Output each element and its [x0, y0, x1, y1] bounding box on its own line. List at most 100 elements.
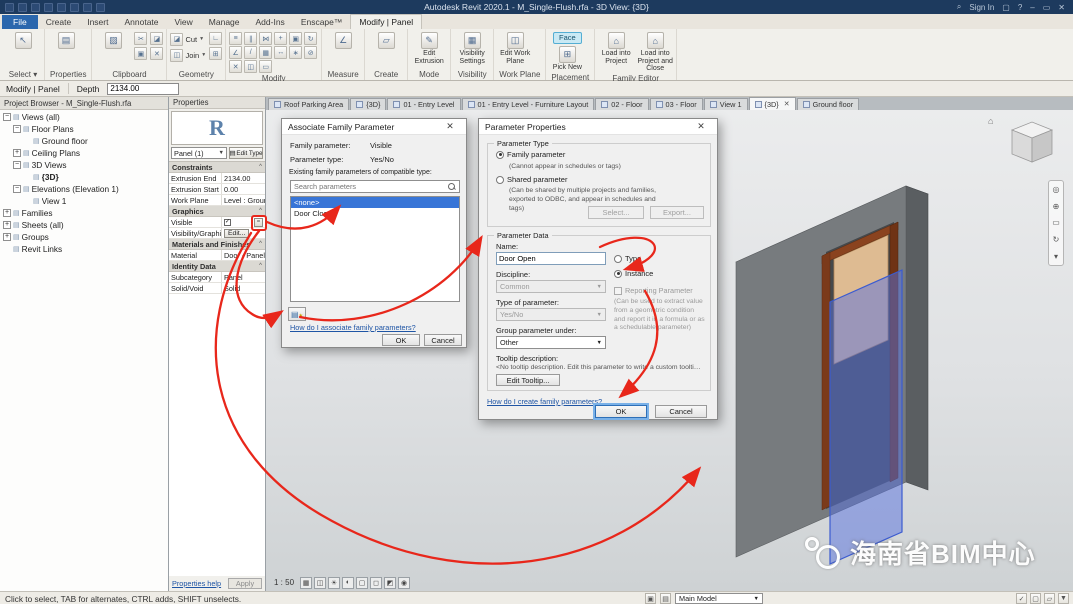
move-icon[interactable]: + — [274, 32, 287, 45]
panel-label-visibility[interactable]: Visibility — [454, 69, 490, 80]
visible-checkbox[interactable]: ✓ — [224, 219, 231, 226]
steering-wheel-icon[interactable]: ◎ — [1053, 185, 1060, 194]
measure-icon[interactable]: ∠ — [325, 32, 361, 49]
edit-work-plane-button[interactable]: ◫Edit Work Plane — [497, 32, 533, 65]
print-icon[interactable] — [57, 3, 66, 12]
collapse-chevron-icon[interactable]: ^ — [259, 208, 262, 214]
align-icon[interactable]: ≡ — [229, 32, 242, 45]
exclude-options-icon[interactable]: ▢ — [1030, 593, 1041, 604]
delete-icon[interactable]: ✕ — [150, 47, 163, 60]
edit-tooltip-button[interactable]: Edit Tooltip... — [496, 374, 560, 386]
rotate-icon[interactable]: ↻ — [304, 32, 317, 45]
panel-label-measure[interactable]: Measure — [325, 69, 361, 80]
reporting-parameter-checkbox[interactable]: Reporting Parameter — [614, 286, 693, 295]
property-group-graphics[interactable]: Graphics^ — [169, 206, 265, 217]
scale-icon[interactable]: ↔ — [274, 46, 287, 59]
properties-help-link[interactable]: Properties help — [172, 579, 221, 588]
close-icon[interactable]: ✕ — [784, 100, 790, 108]
view-tab-3d[interactable]: {3D}✕ — [749, 97, 796, 110]
close-icon[interactable]: ✕ — [691, 121, 711, 132]
dialog-title-bar[interactable]: Associate Family Parameter ✕ — [282, 119, 466, 135]
group-parameter-under-select[interactable]: Other▼ — [496, 336, 606, 349]
filter-icon[interactable]: ▼ — [1058, 593, 1069, 604]
view-tab-view-1[interactable]: View 1 — [704, 98, 748, 110]
collapse-icon[interactable]: − — [13, 161, 21, 169]
help-icon[interactable]: ? — [1018, 3, 1022, 12]
copy-modify-icon[interactable]: ▣ — [289, 32, 302, 45]
expand-icon[interactable]: + — [13, 149, 21, 157]
expand-icon[interactable]: + — [3, 233, 11, 241]
browser-item-ceiling-plans[interactable]: +▤Ceiling Plans — [0, 147, 168, 159]
export-button[interactable]: Export... — [650, 206, 704, 219]
worksets-icon[interactable]: ▤ — [660, 593, 671, 604]
ribbon-tab-insert[interactable]: Insert — [79, 15, 116, 29]
mirror-icon[interactable]: ⋈ — [259, 32, 272, 45]
shadows-icon[interactable]: ◐ — [342, 577, 354, 589]
panel-label-work-plane[interactable]: Work Plane — [497, 69, 542, 80]
sun-path-icon[interactable]: ☀ — [328, 577, 340, 589]
browser-item-families[interactable]: +▤Families — [0, 207, 168, 219]
collapse-chevron-icon[interactable]: ^ — [259, 241, 262, 247]
save-icon[interactable] — [18, 3, 27, 12]
expand-icon[interactable]: + — [3, 209, 11, 217]
ribbon-tab-add-ins[interactable]: Add-Ins — [248, 15, 293, 29]
visual-style-icon[interactable]: ◫ — [314, 577, 326, 589]
delete-modify-icon[interactable]: ✕ — [229, 60, 242, 73]
viewcube[interactable] — [998, 114, 1062, 172]
pick-new-button[interactable]: ⊞Pick New — [549, 46, 585, 72]
browser-item-ground-floor[interactable]: ▤Ground floor — [0, 135, 168, 147]
sign-in-button[interactable]: Sign In — [969, 3, 994, 12]
panel-label-create[interactable]: Create — [368, 69, 404, 80]
paste-icon[interactable]: ▨ — [95, 32, 131, 49]
pin-icon[interactable]: ∗ — [289, 46, 302, 59]
collapse-icon[interactable]: − — [13, 125, 21, 133]
create-group-icon[interactable]: ▱ — [368, 32, 404, 49]
temporary-hide-icon[interactable]: ◩ — [384, 577, 396, 589]
ribbon-tab-enscape[interactable]: Enscape™ — [293, 15, 351, 29]
ribbon-tab-modify-panel[interactable]: Modify | Panel — [350, 14, 422, 29]
wall-joins-icon[interactable]: ⊞ — [209, 47, 222, 60]
editable-only-icon[interactable]: ✓ — [1016, 593, 1027, 604]
browser-item-3d-views[interactable]: −▤3D Views — [0, 159, 168, 171]
close-icon[interactable]: ✕ — [1058, 3, 1065, 12]
collapse-icon[interactable]: − — [3, 113, 11, 121]
discipline-select[interactable]: Common▼ — [496, 280, 606, 293]
create-parameters-help-link[interactable]: How do I create family parameters? — [487, 397, 602, 406]
browser-item-sheets-all[interactable]: +▤Sheets (all) — [0, 219, 168, 231]
type-selector[interactable]: Panel (1)▼ — [171, 147, 227, 159]
select-button[interactable]: Select... — [588, 206, 644, 219]
panel-label-clipboard[interactable]: Clipboard — [95, 69, 163, 80]
browser-item-view-1[interactable]: ▤View 1 — [0, 195, 168, 207]
measure-icon[interactable] — [70, 3, 79, 12]
ribbon-tab-view[interactable]: View — [167, 15, 201, 29]
view-tab-3d[interactable]: {3D} — [350, 98, 386, 110]
ribbon-tab-create[interactable]: Create — [38, 15, 80, 29]
cut-icon[interactable]: ✂ — [134, 32, 147, 45]
show-crop-icon[interactable]: ◻ — [370, 577, 382, 589]
view-tab-ground-floor[interactable]: Ground floor — [797, 98, 860, 110]
visibility-settings-button[interactable]: ▦Visibility Settings — [454, 32, 490, 65]
search-input[interactable] — [291, 182, 448, 191]
cancel-button[interactable]: Cancel — [655, 405, 707, 418]
type-radio[interactable]: Type — [614, 254, 641, 263]
browser-item-floor-plans[interactable]: −▤Floor Plans — [0, 123, 168, 135]
match-type-icon[interactable]: ◪ — [150, 32, 163, 45]
cancel-button[interactable]: Cancel — [424, 334, 462, 346]
offset-icon[interactable]: ∥ — [244, 32, 257, 45]
split-icon[interactable]: / — [244, 46, 257, 59]
dialog-title-bar[interactable]: Parameter Properties ✕ — [479, 119, 717, 135]
browser-item-3d[interactable]: ▤{3D} — [0, 171, 168, 183]
parameter-list-item-none[interactable]: <none> — [291, 197, 459, 208]
name-input[interactable] — [496, 252, 606, 265]
view-tab-02-floor[interactable]: 02 - Floor — [595, 98, 648, 110]
browser-item-groups[interactable]: +▤Groups — [0, 231, 168, 243]
ribbon-tab-file[interactable]: File — [2, 15, 38, 29]
browser-item-views-all[interactable]: −▤Views (all) — [0, 111, 168, 123]
view-tab-01-entry-level[interactable]: 01 - Entry Level — [387, 98, 460, 110]
design-options-icon[interactable]: ▣ — [645, 593, 656, 604]
nav-more-icon[interactable]: ▾ — [1054, 252, 1058, 261]
edit-button[interactable]: Edit... — [224, 229, 249, 238]
edit-extrusion-button[interactable]: ✎Edit Extrusion — [411, 32, 447, 65]
collapse-chevron-icon[interactable]: ^ — [259, 164, 262, 170]
join-dropdown[interactable]: ◫Join▼ — [170, 48, 206, 62]
